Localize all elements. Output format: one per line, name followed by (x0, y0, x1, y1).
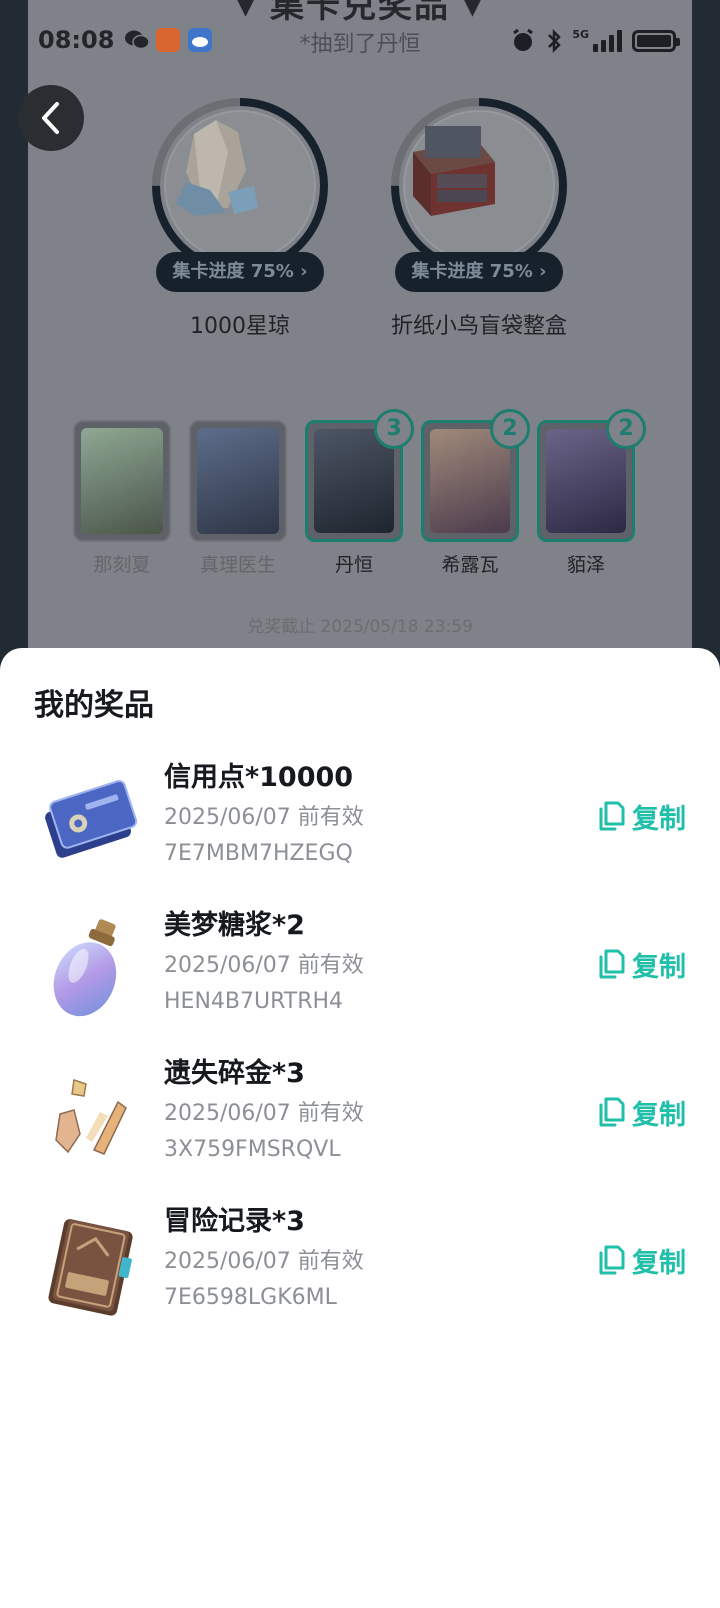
character-frame: 2 (537, 409, 646, 542)
my-prizes-sheet: 我的奖品 信用点*10000 2025/06/07 前有效 7E7MBM7HZE… (0, 648, 720, 1608)
status-icons: 5G (510, 28, 680, 54)
character-portrait (197, 428, 279, 534)
character-card[interactable]: 3 丹恒 (304, 409, 414, 577)
prize-validity: 2025/06/07 前有效 (164, 1101, 364, 1126)
sheet-title: 我的奖品 (34, 688, 154, 723)
prize-info: 遗失碎金*3 2025/06/07 前有效 3X759FMSRQVL (164, 1056, 364, 1168)
character-frame (73, 420, 171, 542)
copy-button[interactable]: 复制 (596, 1092, 686, 1132)
character-card[interactable]: 2 希露瓦 (420, 409, 530, 577)
prize-row: 美梦糖浆*2 2025/06/07 前有效 HEN4B7URTRH4 复制 (0, 908, 720, 1040)
prize-validity: 2025/06/07 前有效 (164, 805, 364, 830)
prize-card-stellar-jade[interactable]: 集卡进度 75% › 1000星琼 (150, 96, 330, 344)
progress-ring (150, 96, 330, 276)
prize-card-paper-bird-box[interactable]: 集卡进度 75% › 折纸小鸟盲袋整盒 (389, 96, 569, 344)
character-portrait (81, 428, 163, 534)
copy-icon (599, 801, 625, 831)
signal-icon (593, 30, 622, 52)
battery-icon (632, 30, 680, 52)
background-card (28, 0, 692, 680)
credit-card-icon (34, 766, 144, 876)
redeem-code: 3X759FMSRQVL (164, 1137, 341, 1162)
prize-title: 美梦糖浆*2 (164, 910, 305, 941)
copy-label: 复制 (632, 1099, 686, 1131)
copy-label: 复制 (632, 951, 686, 983)
adventure-book-icon (34, 1210, 144, 1320)
redeem-code: HEN4B7URTRH4 (164, 989, 344, 1014)
network-label: 5G (572, 28, 589, 41)
character-frame: 3 (305, 409, 414, 542)
prize-info: 美梦糖浆*2 2025/06/07 前有效 HEN4B7URTRH4 (164, 908, 364, 1020)
character-name: 希露瓦 (441, 554, 499, 576)
character-card[interactable]: 2 貊泽 (536, 409, 646, 577)
character-frame: 2 (421, 409, 530, 542)
progress-label: 集卡进度 75% (172, 261, 294, 282)
card-count-badge: 3 (374, 409, 414, 449)
copy-label: 复制 (632, 1247, 686, 1279)
alarm-icon (513, 28, 534, 51)
character-frame (189, 420, 287, 542)
copy-icon (599, 949, 625, 979)
character-name: 丹恒 (334, 554, 373, 576)
prize-row: 遗失碎金*3 2025/06/07 前有效 3X759FMSRQVL 复制 (0, 1056, 720, 1188)
prize-title: 冒险记录*3 (164, 1206, 305, 1237)
copy-button[interactable]: 复制 (596, 1240, 686, 1280)
prize-name: 1000星琼 (190, 314, 290, 339)
blind-box-icon (413, 126, 495, 216)
chevron-right-icon: › (539, 261, 547, 282)
progress-pill[interactable]: 集卡进度 75% › (395, 252, 563, 292)
copy-button[interactable]: 复制 (596, 796, 686, 836)
character-name: 真理医生 (199, 554, 276, 576)
prize-info: 冒险记录*3 2025/06/07 前有效 7E6598LGK6ML (164, 1204, 364, 1316)
redeem-code: 7E6598LGK6ML (164, 1285, 337, 1310)
copy-icon (599, 1097, 625, 1127)
progress-pill[interactable]: 集卡进度 75% › (156, 252, 324, 292)
prize-title: 信用点*10000 (164, 762, 354, 793)
prize-info: 信用点*10000 2025/06/07 前有效 7E7MBM7HZEGQ (164, 760, 364, 872)
copy-button[interactable]: 复制 (596, 944, 686, 984)
prize-name: 折纸小鸟盲袋整盒 (390, 314, 567, 339)
prize-row: 冒险记录*3 2025/06/07 前有效 7E6598LGK6ML 复制 (0, 1204, 720, 1336)
back-button[interactable] (18, 85, 84, 151)
copy-label: 复制 (632, 803, 686, 835)
chevron-left-icon (42, 102, 59, 134)
redeem-code: 7E7MBM7HZEGQ (164, 841, 353, 866)
progress-label: 集卡进度 75% (411, 261, 533, 282)
prize-validity: 2025/06/07 前有效 (164, 1249, 364, 1274)
copy-icon (599, 1245, 625, 1275)
progress-ring (389, 96, 569, 276)
card-count-badge: 2 (490, 409, 530, 449)
redeem-deadline: 兑奖截止 2025/05/18 23:59 (247, 617, 473, 637)
stellar-jade-icon (176, 120, 258, 216)
character-name: 那刻夏 (93, 554, 151, 576)
chevron-right-icon: › (300, 261, 308, 282)
syrup-bottle-icon (34, 914, 144, 1024)
screen: ▼ 集卡兑奖品 ▼ 08:08 *抽到了丹恒 5G 集卡进度 75% › 100… (0, 0, 720, 1608)
status-bar: 08:08 *抽到了丹恒 5G (0, 22, 720, 62)
character-name: 貊泽 (566, 554, 605, 576)
background-page: ▼ 集卡兑奖品 ▼ 08:08 *抽到了丹恒 5G 集卡进度 75% › 100… (0, 0, 720, 680)
character-card[interactable]: 真理医生 (188, 420, 288, 577)
bluetooth-icon (548, 28, 562, 54)
gold-shards-icon (34, 1062, 144, 1172)
prize-validity: 2025/06/07 前有效 (164, 953, 364, 978)
card-count-badge: 2 (606, 409, 646, 449)
character-card[interactable]: 那刻夏 (72, 420, 172, 577)
prize-title: 遗失碎金*3 (164, 1058, 305, 1089)
prize-row: 信用点*10000 2025/06/07 前有效 7E7MBM7HZEGQ 复制 (0, 760, 720, 892)
